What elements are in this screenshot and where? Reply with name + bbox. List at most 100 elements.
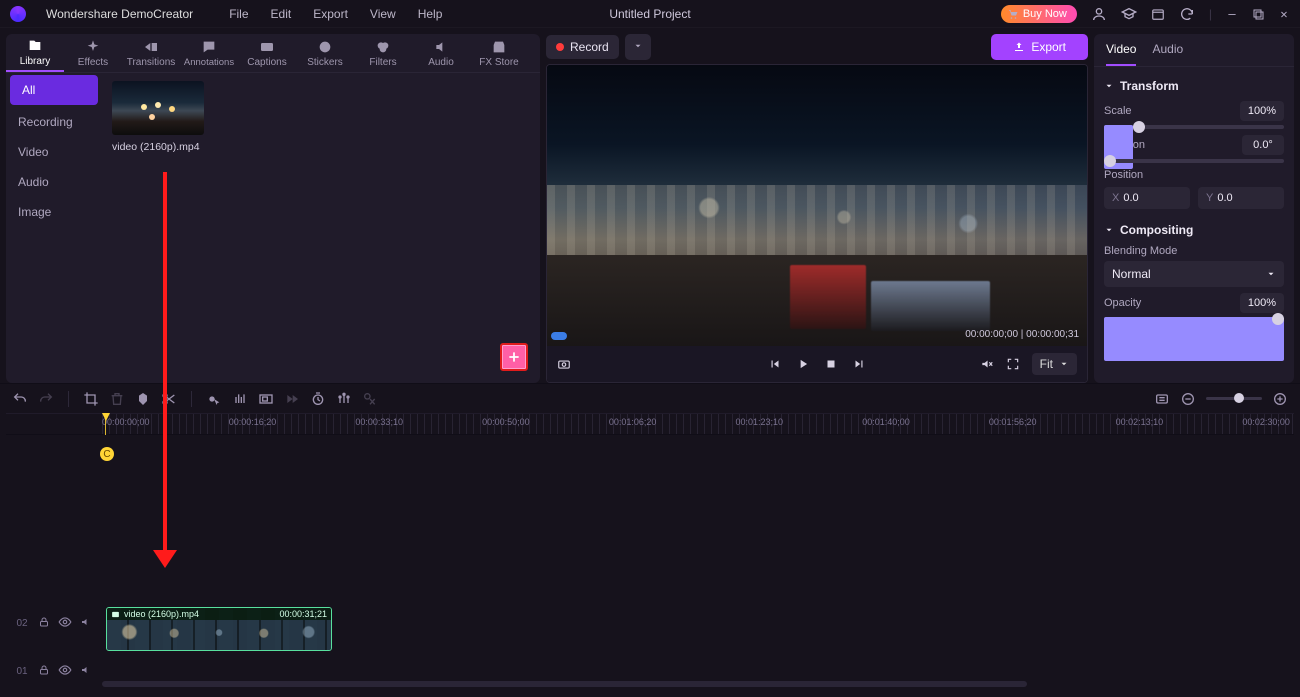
chevron-down-icon: [1104, 81, 1114, 91]
window-minimize-button[interactable]: —: [1226, 7, 1238, 21]
media-clip[interactable]: video (2160p).mp4: [112, 81, 204, 153]
record-dropdown[interactable]: [625, 34, 651, 60]
menu-view[interactable]: View: [370, 7, 396, 21]
tab-effects[interactable]: Effects: [64, 34, 122, 72]
greenscreen-button[interactable]: [362, 391, 378, 407]
opacity-value[interactable]: 100%: [1240, 293, 1284, 313]
scale-value[interactable]: 100%: [1240, 101, 1284, 121]
tab-library[interactable]: Library: [6, 34, 64, 72]
section-compositing[interactable]: Compositing: [1104, 223, 1284, 237]
delete-button[interactable]: [109, 391, 125, 407]
track-visible-button[interactable]: [58, 663, 72, 680]
denoise-button[interactable]: [232, 391, 248, 407]
track-head: 01: [6, 663, 102, 680]
titlebar: Wondershare DemoCreator File Edit Export…: [0, 0, 1300, 28]
tab-filters[interactable]: Filters: [354, 34, 412, 72]
sidebar-item-recording[interactable]: Recording: [6, 107, 102, 137]
section-transform[interactable]: Transform: [1104, 79, 1284, 93]
prop-opacity: Opacity 100%: [1104, 293, 1284, 321]
snapshot-button[interactable]: [557, 357, 571, 371]
zoom-in-button[interactable]: [1272, 391, 1288, 407]
tab-audio-prop[interactable]: Audio: [1152, 42, 1183, 66]
record-button[interactable]: Record: [546, 35, 619, 59]
blending-mode-select[interactable]: Normal: [1104, 261, 1284, 287]
calendar-icon[interactable]: [1151, 7, 1165, 21]
fullscreen-button[interactable]: [1006, 357, 1020, 371]
library-panel: Library Effects Transitions Annotations …: [6, 34, 540, 383]
mute-button[interactable]: [980, 357, 994, 371]
zoom-slider[interactable]: [1206, 397, 1262, 400]
split-button[interactable]: [161, 391, 177, 407]
opacity-slider[interactable]: [1104, 317, 1284, 321]
video-preview[interactable]: 00:00:00;00 | 00:00:00;31 Fit: [546, 64, 1088, 383]
rotation-value[interactable]: 0.0°: [1242, 135, 1284, 155]
sidebar-item-video[interactable]: Video: [6, 137, 102, 167]
graduation-icon[interactable]: [1121, 6, 1137, 22]
timeline-scrollbar[interactable]: [102, 681, 1288, 687]
scale-slider[interactable]: [1104, 125, 1284, 129]
buy-now-label: Buy Now: [1023, 8, 1067, 20]
buy-now-button[interactable]: Buy Now: [1001, 5, 1077, 23]
stop-button[interactable]: [824, 357, 838, 371]
add-media-button[interactable]: [500, 343, 528, 371]
prev-frame-button[interactable]: [768, 357, 782, 371]
next-frame-button[interactable]: [852, 357, 866, 371]
menu-edit[interactable]: Edit: [271, 7, 292, 21]
rotation-slider[interactable]: [1104, 159, 1284, 163]
fit-select[interactable]: Fit: [1032, 353, 1077, 375]
color-button[interactable]: [336, 391, 352, 407]
cursor-button[interactable]: [206, 391, 222, 407]
main-menu: File Edit Export View Help: [229, 7, 442, 21]
preview-panel: Record Export 00:00:00;00 | 00:00:00;31: [546, 34, 1088, 383]
preview-controls: Fit: [547, 346, 1087, 382]
tab-fxstore[interactable]: FX Store: [470, 34, 528, 72]
timeline-clip[interactable]: video (2160p).mp4 00:00:31;21: [106, 607, 332, 651]
ruler-labels: 00:00:00;0000:00:16;2000:00:33;1000:00:5…: [102, 417, 1294, 427]
duration-button[interactable]: [310, 391, 326, 407]
position-x-input[interactable]: X0.0: [1104, 187, 1190, 209]
sidebar-item-audio[interactable]: Audio: [6, 167, 102, 197]
track-visible-button[interactable]: [58, 615, 72, 632]
clip-duration-label: 00:00:31;21: [279, 609, 327, 619]
track-mute-button[interactable]: [80, 664, 92, 679]
pan-zoom-button[interactable]: [258, 391, 274, 407]
refresh-icon[interactable]: [1179, 6, 1195, 22]
timeline-tracks[interactable]: C 02 video (2160p).mp4 00:00:31;21 01: [6, 435, 1294, 689]
timeline-ruler[interactable]: 00:00:00;0000:00:16;2000:00:33;1000:00:5…: [6, 413, 1294, 435]
chevron-down-icon: [633, 41, 643, 51]
app-name: Wondershare DemoCreator: [46, 7, 193, 21]
menu-help[interactable]: Help: [418, 7, 443, 21]
tab-annotations[interactable]: Annotations: [180, 34, 238, 72]
tab-captions[interactable]: Captions: [238, 34, 296, 72]
tab-stickers[interactable]: Stickers: [296, 34, 354, 72]
timeline-settings-button[interactable]: [1154, 391, 1170, 407]
window-maximize-button[interactable]: [1252, 8, 1264, 20]
track-mute-button[interactable]: [80, 616, 92, 631]
timeline-toolbar: [0, 383, 1300, 413]
track-lock-button[interactable]: [38, 664, 50, 679]
marker-button[interactable]: [135, 391, 151, 407]
play-button[interactable]: [796, 357, 810, 371]
record-icon: [556, 43, 564, 51]
menu-export[interactable]: Export: [313, 7, 348, 21]
undo-button[interactable]: [12, 391, 28, 407]
tab-transitions[interactable]: Transitions: [122, 34, 180, 72]
app-logo: [10, 6, 26, 22]
tab-audio[interactable]: Audio: [412, 34, 470, 72]
preview-trim-indicator[interactable]: [551, 332, 567, 340]
menu-file[interactable]: File: [229, 7, 248, 21]
tab-video[interactable]: Video: [1106, 42, 1136, 66]
crop-button[interactable]: [83, 391, 99, 407]
export-button[interactable]: Export: [991, 34, 1088, 60]
zoom-out-button[interactable]: [1180, 391, 1196, 407]
redo-button[interactable]: [38, 391, 54, 407]
position-y-input[interactable]: Y0.0: [1198, 187, 1284, 209]
properties-panel: Video Audio Transform Scale 100% Rotatio…: [1094, 34, 1294, 383]
track-lock-button[interactable]: [38, 616, 50, 631]
sidebar-item-image[interactable]: Image: [6, 197, 102, 227]
marker-chip[interactable]: C: [100, 447, 114, 461]
sidebar-item-all[interactable]: All: [10, 75, 98, 105]
window-close-button[interactable]: ✕: [1278, 7, 1290, 21]
speed-button[interactable]: [284, 391, 300, 407]
account-icon[interactable]: [1091, 6, 1107, 22]
